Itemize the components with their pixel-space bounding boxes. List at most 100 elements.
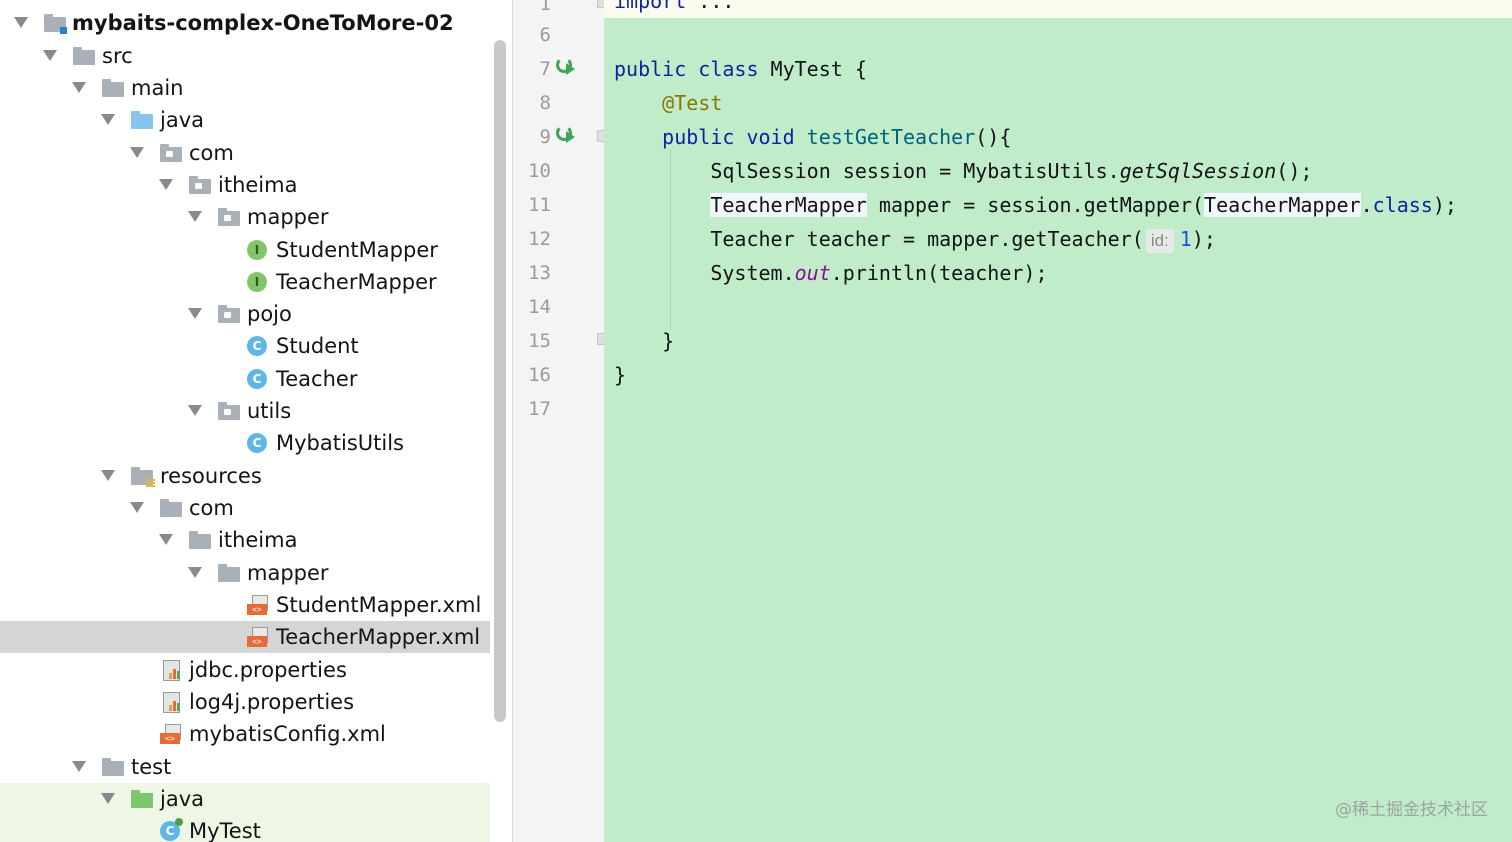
import-line[interactable] xyxy=(604,0,1512,18)
watermark: @稀土掘金技术社区 xyxy=(1335,800,1488,820)
tree-label: mybaits-complex-OneToMore-02 xyxy=(72,11,454,35)
tree-label: main xyxy=(131,76,184,100)
tree-row-itheima[interactable]: itheima xyxy=(0,169,490,201)
resources-folder-icon xyxy=(131,466,155,488)
run-test-icon[interactable] xyxy=(556,57,578,79)
tree-row-teacher-mapper-xml[interactable]: <> TeacherMapper.xml xyxy=(0,621,490,653)
expand-arrow-icon[interactable] xyxy=(188,405,202,416)
tree-label: StudentMapper.xml xyxy=(276,593,482,617)
expand-arrow-icon[interactable] xyxy=(72,82,86,93)
tree-row-java[interactable]: java xyxy=(0,104,490,136)
tree-row-mybatis-config[interactable]: <> mybatisConfig.xml xyxy=(0,718,490,750)
expand-arrow-icon[interactable] xyxy=(72,761,86,772)
parameter-hint: id: xyxy=(1145,229,1174,253)
tree-row-log4j-properties[interactable]: log4j.properties xyxy=(0,686,490,718)
tree-row-pojo[interactable]: pojo xyxy=(0,298,490,330)
tree-row-mybatis-utils[interactable]: C MybatisUtils xyxy=(0,427,490,459)
expand-arrow-icon[interactable] xyxy=(43,50,57,61)
expand-arrow-icon[interactable] xyxy=(130,147,144,158)
class-icon: C xyxy=(247,336,269,356)
expand-arrow-icon[interactable] xyxy=(188,211,202,222)
expand-arrow-icon[interactable] xyxy=(159,179,173,190)
folder-icon xyxy=(102,78,124,98)
tree-row-student-mapper-xml[interactable]: <> StudentMapper.xml xyxy=(0,589,490,621)
tree-row-src[interactable]: src xyxy=(0,40,490,72)
interface-icon: I xyxy=(247,240,269,260)
tree-row-main[interactable]: main xyxy=(0,72,490,104)
expand-arrow-icon[interactable] xyxy=(101,114,115,125)
tree-label: itheima xyxy=(218,528,298,552)
line-number: 10 xyxy=(528,160,551,182)
line-number: 8 xyxy=(539,92,551,114)
tree-label: itheima xyxy=(218,173,298,197)
code-line-11: TeacherMapper mapper = session.getMapper… xyxy=(710,193,1457,217)
line-number: 7 xyxy=(539,58,551,80)
xml-file-icon: <> xyxy=(160,724,182,744)
tree-row-teacher[interactable]: C Teacher xyxy=(0,363,490,395)
expand-arrow-icon[interactable] xyxy=(188,567,202,578)
line-number: 12 xyxy=(528,228,551,250)
folder-icon xyxy=(160,498,182,518)
tree-row-res-com[interactable]: com xyxy=(0,492,490,524)
project-tree: mybaits-complex-OneToMore-02 src main ja… xyxy=(0,0,490,842)
tree-row-jdbc-properties[interactable]: jdbc.properties xyxy=(0,654,490,686)
line-number: 15 xyxy=(528,330,551,352)
tree-label: resources xyxy=(160,464,262,488)
code-line-16: } xyxy=(614,363,627,387)
tree-row-root[interactable]: mybaits-complex-OneToMore-02 xyxy=(0,7,490,39)
package-icon xyxy=(218,207,240,227)
tree-row-res-itheima[interactable]: itheima xyxy=(0,524,490,556)
tree-label: MybatisUtils xyxy=(276,431,404,455)
tree-row-utils[interactable]: utils xyxy=(0,395,490,427)
tree-row-student[interactable]: C Student xyxy=(0,330,490,362)
test-class-icon: C xyxy=(160,818,183,841)
expand-arrow-icon[interactable] xyxy=(101,470,115,481)
code-line-10: SqlSession session = MybatisUtils.getSql… xyxy=(710,159,1313,183)
tree-label: log4j.properties xyxy=(189,690,355,714)
package-icon xyxy=(189,175,211,195)
code-line-15: } xyxy=(662,329,675,353)
tree-row-student-mapper[interactable]: I StudentMapper xyxy=(0,234,490,266)
expand-arrow-icon[interactable] xyxy=(188,308,202,319)
folder-icon xyxy=(73,46,95,66)
tree-row-com[interactable]: com xyxy=(0,137,490,169)
package-icon xyxy=(218,401,240,421)
tree-row-resources[interactable]: resources xyxy=(0,460,490,492)
code-line-7: public class MyTest { xyxy=(614,57,867,81)
tree-label: src xyxy=(102,44,133,68)
tree-row-teacher-mapper[interactable]: I TeacherMapper xyxy=(0,266,490,298)
expand-arrow-icon[interactable] xyxy=(130,502,144,513)
tree-label: TeacherMapper.xml xyxy=(276,625,481,649)
tree-row-res-mapper[interactable]: mapper xyxy=(0,557,490,589)
code-editor[interactable]: import ... public class MyTest { @Test p… xyxy=(604,0,1512,842)
tree-label: com xyxy=(189,496,234,520)
tree-label: mapper xyxy=(247,561,329,585)
folder-icon xyxy=(218,563,240,583)
expand-arrow-icon[interactable] xyxy=(159,534,173,545)
tree-label: test xyxy=(131,755,172,779)
run-test-icon[interactable] xyxy=(556,125,578,147)
tree-scrollbar[interactable] xyxy=(494,40,506,722)
line-number: 13 xyxy=(528,262,551,284)
code-line-12: Teacher teacher = mapper.getTeacher(id: 1… xyxy=(710,227,1216,253)
tree-label: com xyxy=(189,141,234,165)
tree-label: TeacherMapper xyxy=(276,270,437,294)
tree-row-test-java[interactable]: java xyxy=(0,783,490,815)
line-number: 6 xyxy=(539,24,551,46)
code-line-8: @Test xyxy=(662,91,723,115)
class-icon: C xyxy=(247,369,269,389)
module-folder-icon xyxy=(44,13,67,34)
tree-row-my-test[interactable]: C MyTest xyxy=(0,815,490,842)
tree-label: pojo xyxy=(247,302,292,326)
expand-arrow-icon[interactable] xyxy=(101,793,115,804)
properties-file-icon xyxy=(160,660,182,681)
tree-label: jdbc.properties xyxy=(189,658,347,682)
tree-row-test[interactable]: test xyxy=(0,751,490,783)
tree-label: Teacher xyxy=(276,367,358,391)
package-icon xyxy=(218,304,240,324)
class-icon: C xyxy=(247,433,269,453)
xml-file-icon: <> xyxy=(247,627,269,647)
tree-row-mapper[interactable]: mapper xyxy=(0,201,490,233)
xml-file-icon: <> xyxy=(247,595,269,615)
expand-arrow-icon[interactable] xyxy=(14,17,28,28)
